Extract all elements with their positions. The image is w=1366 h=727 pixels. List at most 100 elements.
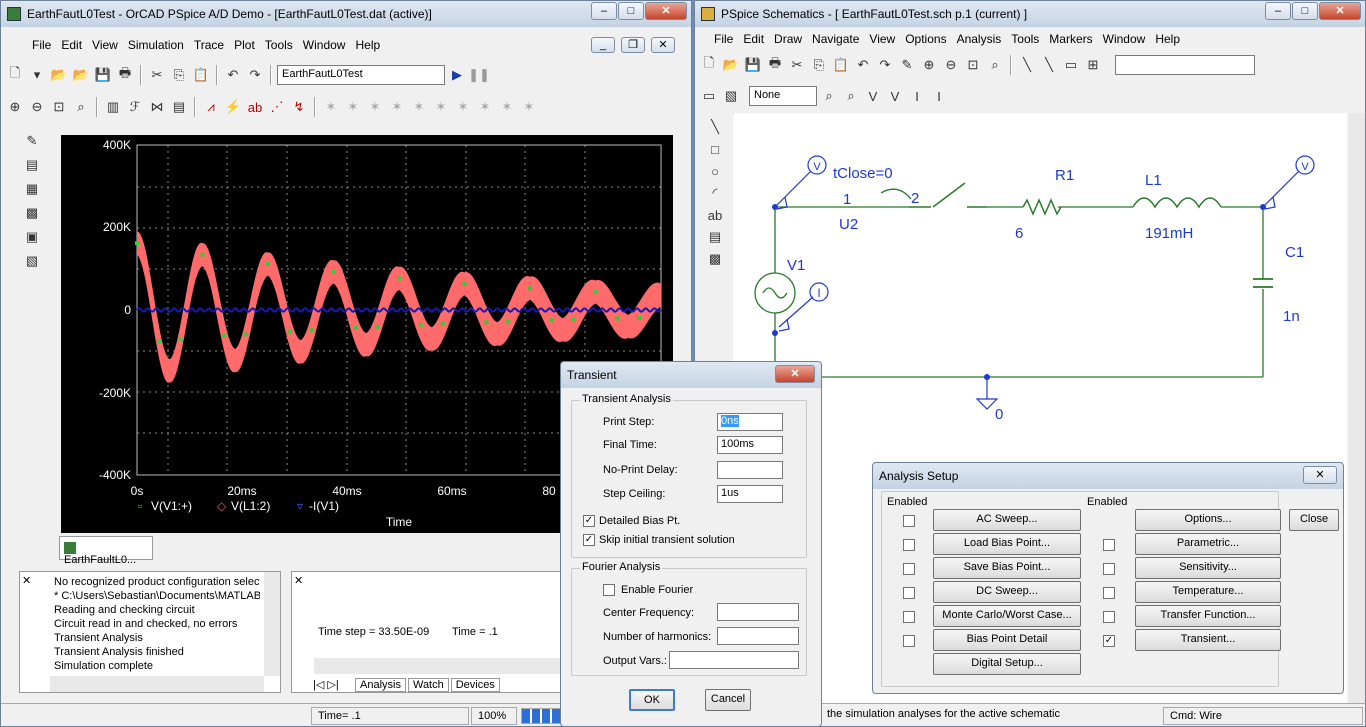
zoom-fit-icon[interactable]: ⌕ [71, 97, 91, 117]
open-icon[interactable]: 📂 [49, 65, 69, 85]
temperature-button[interactable]: Temperature... [1135, 581, 1281, 603]
center-frequency-input[interactable] [717, 603, 799, 621]
block-icon[interactable]: ▭ [1061, 55, 1081, 75]
copy-icon[interactable]: ⎘ [169, 65, 189, 85]
menu-file[interactable]: File [27, 38, 56, 52]
redo-icon[interactable]: ↷ [875, 55, 895, 75]
menu-simulation[interactable]: Simulation [123, 38, 189, 52]
open-simulation-icon[interactable]: 📂 [71, 65, 91, 85]
dropdown-icon[interactable]: ▾ [27, 65, 47, 85]
log-hscroll[interactable] [50, 676, 264, 692]
cursor-slope-icon[interactable]: ✶ [365, 97, 385, 117]
zoom-area-icon[interactable]: ⊡ [963, 55, 983, 75]
insert-picture-icon[interactable]: ▩ [705, 249, 725, 269]
sensitivity-checkbox[interactable] [1103, 563, 1115, 575]
menu-draw[interactable]: Draw [769, 32, 807, 46]
analysis-setup-close-icon[interactable]: ✕ [1303, 466, 1337, 484]
cancel-button[interactable]: Cancel [705, 689, 751, 711]
transient-titlebar[interactable]: Transient ✕ [561, 362, 821, 388]
message-icon[interactable]: ▣ [22, 227, 42, 247]
minimize-button[interactable]: – [1265, 2, 1291, 20]
status-close-icon[interactable]: ✕ [294, 574, 303, 587]
output-file-icon[interactable]: ▦ [22, 179, 42, 199]
current-icon[interactable]: I [907, 86, 927, 106]
menu-view[interactable]: View [864, 32, 900, 46]
maximize-button[interactable]: □ [1292, 2, 1318, 20]
menu-window[interactable]: Window [298, 38, 351, 52]
ok-button[interactable]: OK [629, 689, 675, 711]
cursor-peak-icon[interactable]: ✶ [321, 97, 341, 117]
menu-markers[interactable]: Markers [1044, 32, 1097, 46]
save-icon[interactable]: 💾 [743, 55, 763, 75]
cursor-point-icon[interactable]: ✶ [431, 97, 451, 117]
redo-icon[interactable]: ↷ [245, 65, 265, 85]
parametric-button[interactable]: Parametric... [1135, 533, 1281, 555]
netlist-icon[interactable]: ▤ [22, 155, 42, 175]
paste-icon[interactable]: 📋 [831, 55, 851, 75]
eval-goal-icon[interactable]: ⚡ [223, 97, 243, 117]
zoom-in-icon[interactable]: ⊕ [919, 55, 939, 75]
options-button[interactable]: Options... [1135, 509, 1281, 531]
menu-tools[interactable]: Tools [1006, 32, 1044, 46]
ac-sweep-button[interactable]: AC Sweep... [933, 509, 1081, 531]
simulate-icon[interactable]: ▧ [721, 86, 741, 106]
tab-watch[interactable]: Watch [407, 678, 449, 692]
cursor-search-icon[interactable]: ✶ [453, 97, 473, 117]
get-part-icon[interactable]: ⊞ [1083, 55, 1103, 75]
fourier-icon[interactable]: ℱ [125, 97, 145, 117]
menu-help[interactable]: Help [1150, 32, 1185, 46]
log-y-icon[interactable]: ▤ [169, 97, 189, 117]
pause-icon[interactable]: ❚❚ [468, 65, 490, 85]
skip-initial-checkbox[interactable]: ✓ [583, 534, 595, 546]
print-icon[interactable]: 🖶 [115, 65, 135, 85]
zoom-out-icon[interactable]: ⊖ [27, 97, 47, 117]
load-bias-button[interactable]: Load Bias Point... [933, 533, 1081, 555]
schematics-titlebar[interactable]: PSpice Schematics - [ EarthFautL0Test.sc… [695, 1, 1365, 27]
menu-help[interactable]: Help [350, 38, 385, 52]
detailed-bias-checkbox[interactable]: ✓ [583, 515, 595, 527]
undo-icon[interactable]: ↶ [223, 65, 243, 85]
monte-carlo-button[interactable]: Monte Carlo/Worst Case... [933, 605, 1081, 627]
find-next-icon[interactable]: ⌕ [841, 86, 861, 106]
maximize-button[interactable]: □ [618, 2, 644, 20]
transient-close-icon[interactable]: ✕ [775, 365, 815, 383]
menu-analysis[interactable]: Analysis [952, 32, 1007, 46]
bus-icon[interactable]: ╲ [1039, 55, 1059, 75]
plot-label-icon[interactable]: ab [245, 97, 265, 117]
menu-tools[interactable]: Tools [260, 38, 298, 52]
open-icon[interactable]: 📂 [721, 55, 741, 75]
copy-icon[interactable]: ⎘ [809, 55, 829, 75]
analysis-setup-titlebar[interactable]: Analysis Setup ✕ [873, 463, 1343, 489]
load-bias-checkbox[interactable] [903, 539, 915, 551]
cut-icon[interactable]: ✂ [787, 55, 807, 75]
simulation-settings-icon[interactable]: ▩ [22, 203, 42, 223]
enable-bias-icon[interactable]: V [885, 86, 905, 106]
menu-trace[interactable]: Trace [189, 38, 229, 52]
pspice-titlebar[interactable]: EarthFautL0Test - OrCAD PSpice A/D Demo … [1, 1, 691, 27]
transient-button[interactable]: Transient... [1135, 629, 1281, 651]
save-bias-checkbox[interactable] [903, 563, 915, 575]
performance-icon[interactable]: ⋈ [147, 97, 167, 117]
log-vscroll[interactable] [264, 572, 280, 676]
menu-view[interactable]: View [87, 38, 123, 52]
final-time-input[interactable]: 100ms [717, 436, 783, 454]
cursor-next-icon[interactable]: ✶ [475, 97, 495, 117]
layer-select[interactable]: None [749, 86, 817, 106]
save-icon[interactable]: 💾 [93, 65, 113, 85]
menu-edit[interactable]: Edit [738, 32, 769, 46]
schematic-vscroll[interactable] [1349, 113, 1365, 703]
parametric-checkbox[interactable] [1103, 539, 1115, 551]
tab-devices[interactable]: Devices [450, 678, 500, 692]
bias-point-detail-checkbox[interactable] [903, 635, 915, 647]
zoom-in-icon[interactable]: ⊕ [5, 97, 25, 117]
monte-carlo-checkbox[interactable] [903, 611, 915, 623]
harmonics-input[interactable] [717, 627, 799, 645]
cursor-max-icon[interactable]: ✶ [409, 97, 429, 117]
cursor-mark-icon[interactable]: ✶ [497, 97, 517, 117]
cursor-label-icon[interactable]: ✶ [519, 97, 539, 117]
marker-icon[interactable]: ✎ [22, 131, 42, 151]
menu-file[interactable]: File [709, 32, 738, 46]
cursor-trough-icon[interactable]: ✶ [343, 97, 363, 117]
transient-checkbox[interactable]: ✓ [1103, 635, 1115, 647]
save-bias-button[interactable]: Save Bias Point... [933, 557, 1081, 579]
